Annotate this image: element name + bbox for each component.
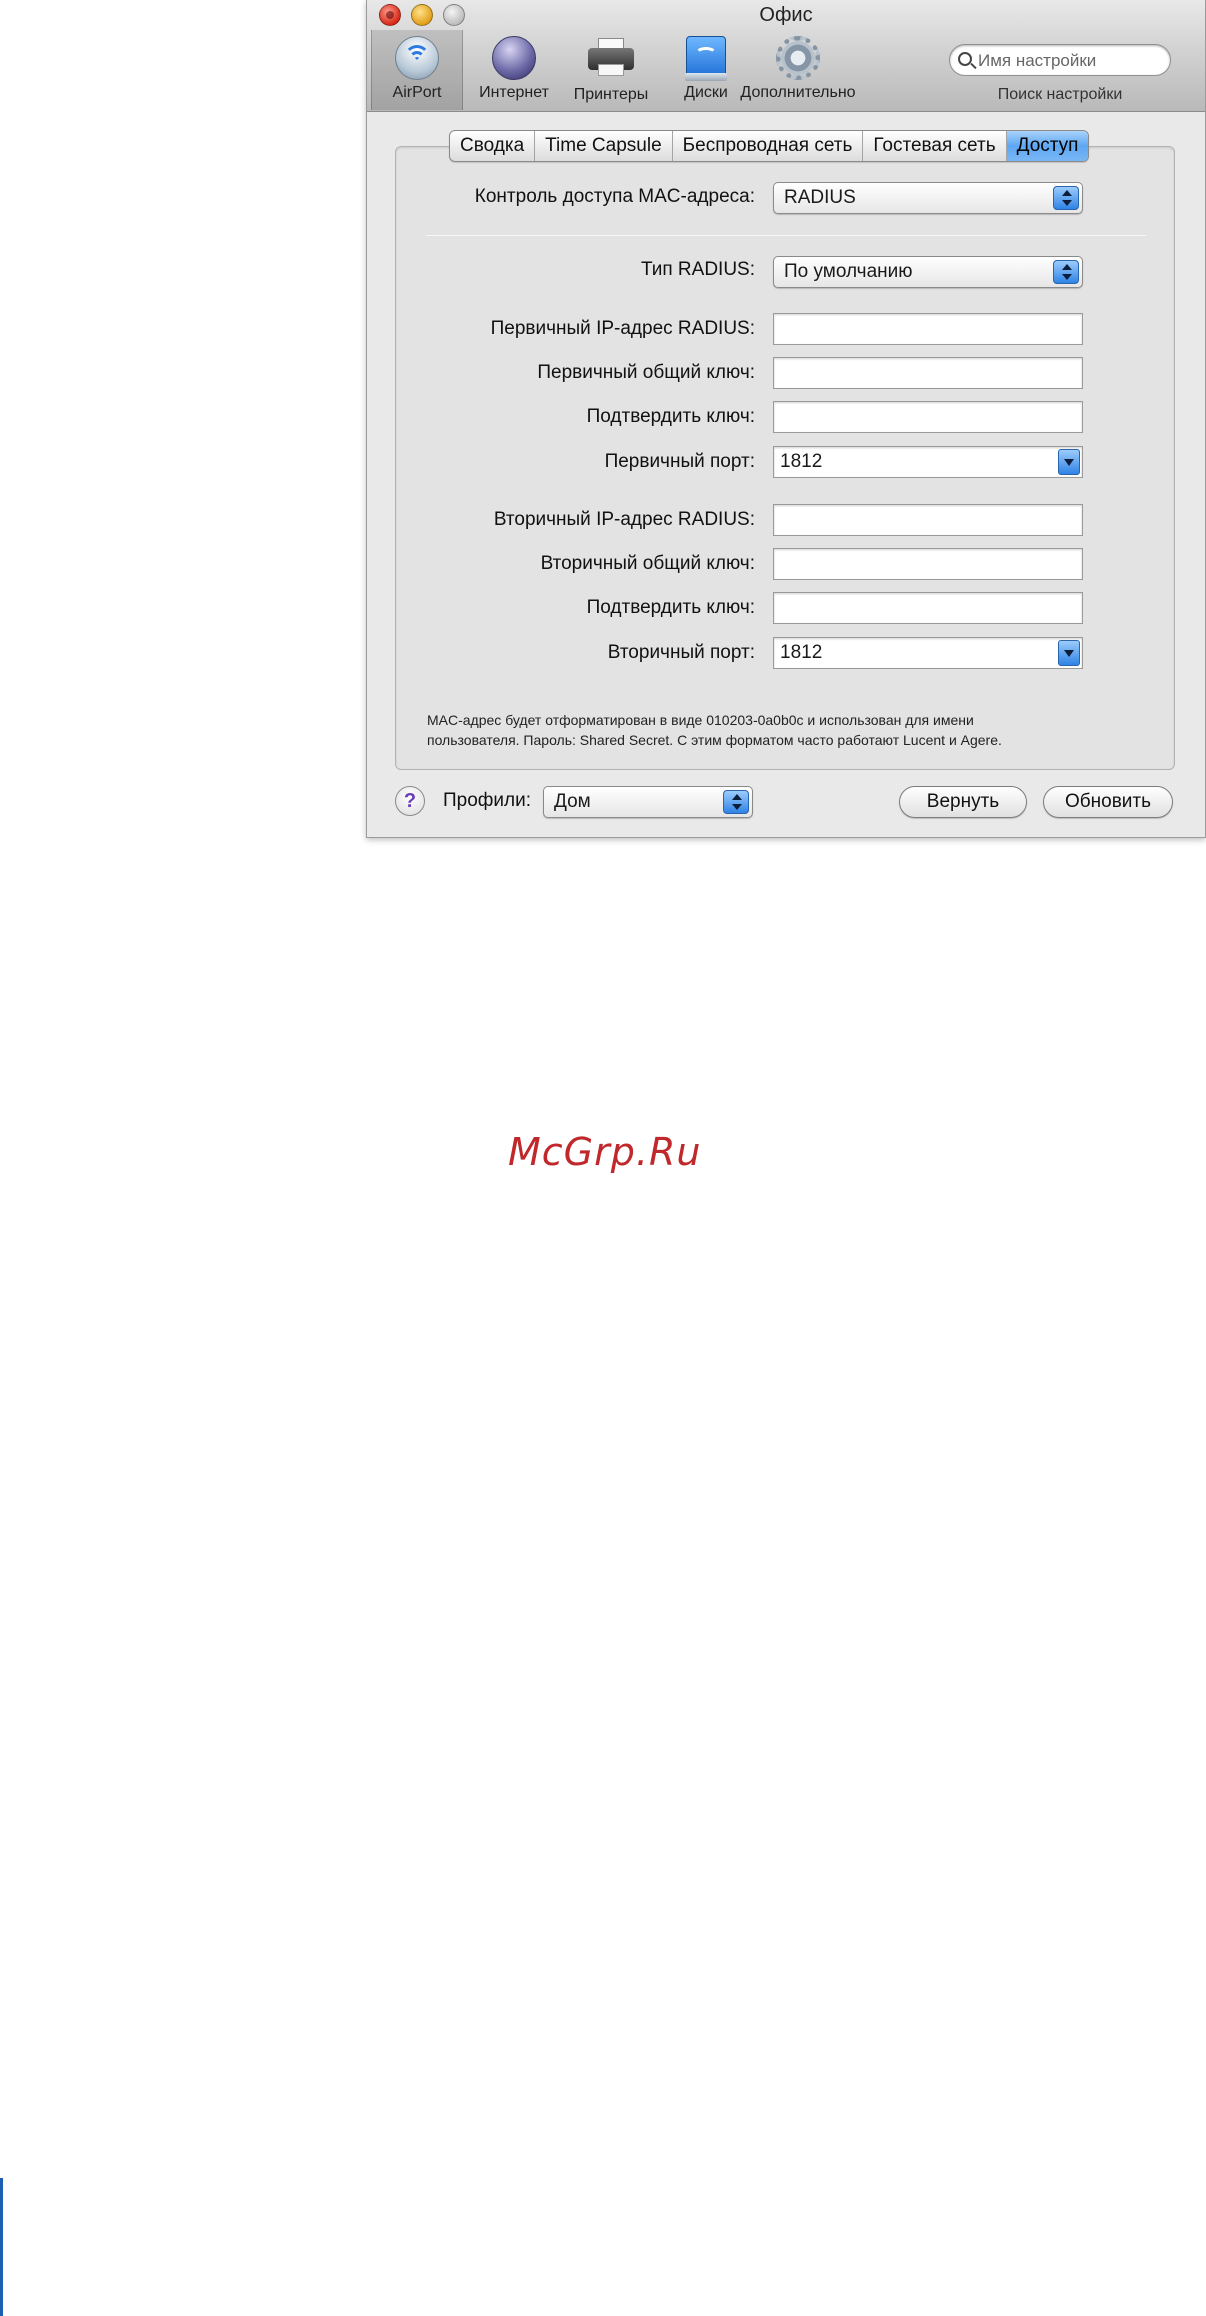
chevron-down-icon[interactable] [1058,640,1080,666]
secondary-confirm-label: Подтвердить ключ: [586,597,755,618]
mac-control-value: RADIUS [784,187,856,208]
mac-control-popup[interactable]: RADIUS [773,182,1083,214]
search-input[interactable] [978,49,1164,73]
secondary-ip-label: Вторичный IP-адрес RADIUS: [493,509,755,530]
search-icon [958,52,972,66]
primary-port-label: Первичный порт: [604,451,755,472]
popup-arrows-icon [723,790,749,814]
primary-port-combo[interactable]: 1812 [773,446,1083,478]
tab-summary[interactable]: Сводка [450,131,536,161]
printer-icon [587,38,635,82]
gear-icon [774,36,822,80]
secondary-ip-field[interactable] [773,504,1083,536]
format-note: MAC-адрес будет отформатирован в виде 01… [427,710,1147,750]
separator [426,235,1146,236]
primary-ip-field[interactable] [773,313,1083,345]
primary-port-value: 1812 [780,451,823,472]
radius-type-label: Тип RADIUS: [640,259,755,280]
toolbar-item-internet[interactable]: Интернет [467,36,561,108]
primary-confirm-label: Подтвердить ключ: [586,406,755,427]
mac-control-label: Контроль доступа MAC-адреса: [474,186,755,207]
chevron-down-icon[interactable] [1058,449,1080,475]
radius-type-value: По умолчанию [784,261,913,282]
search-caption: Поиск настройки [997,86,1123,103]
toolbar-item-advanced[interactable]: Дополнительно [719,36,877,108]
tab-access[interactable]: Доступ [1006,131,1089,161]
update-button[interactable]: Обновить [1043,786,1173,818]
tab-wireless[interactable]: Беспроводная сеть [673,131,864,161]
primary-secret-field[interactable] [773,357,1083,389]
secondary-secret-label: Вторичный общий ключ: [540,553,755,574]
toolbar: Офис AirPort Интернет Принтеры Диски Доп… [367,0,1205,112]
airport-utility-window: Офис AirPort Интернет Принтеры Диски Доп… [366,0,1206,838]
toolbar-item-label: Дополнительно [740,84,856,101]
tab-guest-network[interactable]: Гостевая сеть [863,131,1007,161]
page-edge-rule [0,2178,3,2316]
popup-arrows-icon [1053,260,1079,284]
primary-ip-label: Первичный IP-адрес RADIUS: [490,318,755,339]
profiles-value: Дом [554,791,591,812]
secondary-confirm-field[interactable] [773,592,1083,624]
profiles-label: Профили: [443,790,532,811]
tab-bar: Сводка Time Capsule Беспроводная сеть Го… [449,130,1090,162]
radius-type-popup[interactable]: По умолчанию [773,256,1083,288]
search-field[interactable] [949,44,1171,76]
help-button[interactable]: ? [395,786,425,816]
primary-confirm-field[interactable] [773,401,1083,433]
airport-icon [393,36,441,80]
toolbar-item-airport[interactable]: AirPort [371,30,463,110]
format-note-line: пользователя. Пароль: Shared Secret. С э… [427,732,1002,748]
format-note-line: MAC-адрес будет отформатирован в виде 01… [427,712,974,728]
watermark-text: McGrp.Ru [508,1130,702,1174]
revert-button[interactable]: Вернуть [899,786,1027,818]
secondary-port-value: 1812 [780,642,823,663]
secondary-port-combo[interactable]: 1812 [773,637,1083,669]
primary-secret-label: Первичный общий ключ: [537,362,755,383]
secondary-port-label: Вторичный порт: [607,642,755,663]
profiles-popup[interactable]: Дом [543,786,753,818]
toolbar-item-label: Интернет [479,84,549,101]
popup-arrows-icon [1053,186,1079,210]
secondary-secret-field[interactable] [773,548,1083,580]
tab-time-capsule[interactable]: Time Capsule [535,131,673,161]
window-title: Офис [759,4,813,26]
globe-icon [490,36,538,80]
toolbar-item-label: AirPort [392,84,442,101]
